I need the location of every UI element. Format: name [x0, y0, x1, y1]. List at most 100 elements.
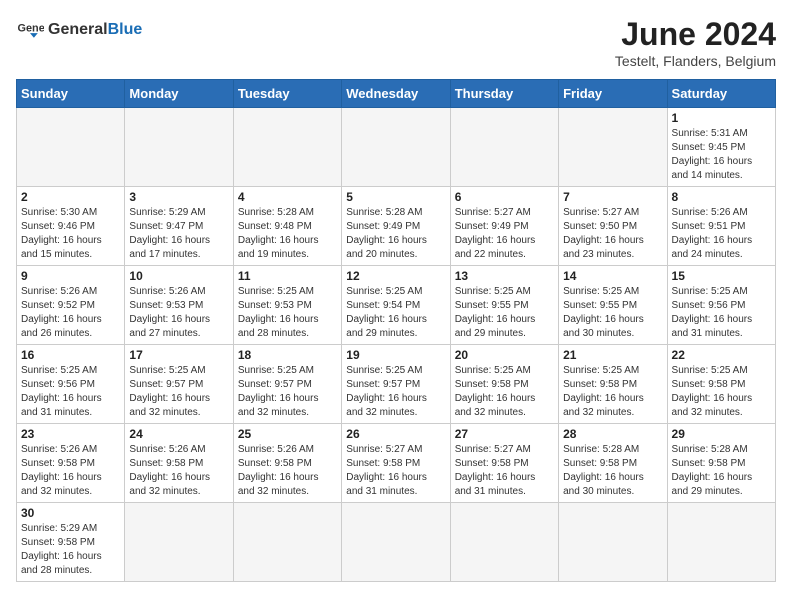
logo-text: GeneralBlue [48, 21, 142, 39]
day-number: 3 [129, 190, 228, 204]
table-row: 12 Sunrise: 5:25 AMSunset: 9:54 PMDayligh… [342, 266, 450, 345]
table-row: 6 Sunrise: 5:27 AMSunset: 9:49 PMDaylight… [450, 187, 558, 266]
calendar-week-row: 2Sunrise: 5:30 AMSunset: 9:46 PMDaylight… [17, 187, 776, 266]
table-row: 30Sunrise: 5:29 AMSunset: 9:58 PMDayligh… [17, 503, 125, 582]
day-number: 17 [129, 348, 228, 362]
table-row [559, 108, 667, 187]
day-info: Sunrise: 5:29 AMSunset: 9:47 PMDaylight:… [129, 206, 228, 262]
day-info: Sunrise: 5:27 AMSunset: 9:58 PMDaylight:… [346, 443, 445, 499]
month-year: June 2024 [615, 16, 776, 53]
table-row: 1 Sunrise: 5:31 AMSunset: 9:45 PMDaylight… [667, 108, 775, 187]
day-info: Sunrise: 5:26 AMSunset: 9:58 PMDaylight:… [238, 443, 337, 499]
day-number: 15 [672, 269, 771, 283]
table-row: 15 Sunrise: 5:25 AMSunset: 9:56 PMDayligh… [667, 266, 775, 345]
day-number: 21 [563, 348, 662, 362]
table-row: 28 Sunrise: 5:28 AMSunset: 9:58 PMDayligh… [559, 424, 667, 503]
header: General GeneralBlue June 2024 Testelt, F… [16, 16, 776, 69]
day-info: Sunrise: 5:26 AMSunset: 9:52 PMDaylight:… [21, 285, 120, 341]
day-info: Sunrise: 5:26 AMSunset: 9:58 PMDaylight:… [21, 443, 120, 499]
day-number: 29 [672, 427, 771, 441]
day-info: Sunrise: 5:31 AMSunset: 9:45 PMDaylight:… [672, 127, 771, 183]
day-number: 14 [563, 269, 662, 283]
calendar-week-row: 16Sunrise: 5:25 AMSunset: 9:56 PMDayligh… [17, 345, 776, 424]
day-info: Sunrise: 5:25 AMSunset: 9:57 PMDaylight:… [129, 364, 228, 420]
day-number: 24 [129, 427, 228, 441]
day-info: Sunrise: 5:28 AMSunset: 9:58 PMDaylight:… [672, 443, 771, 499]
day-info: Sunrise: 5:25 AMSunset: 9:58 PMDaylight:… [563, 364, 662, 420]
day-number: 27 [455, 427, 554, 441]
table-row: 7Sunrise: 5:27 AMSunset: 9:50 PMDaylight… [559, 187, 667, 266]
table-row: 10 Sunrise: 5:26 AMSunset: 9:53 PMDayligh… [125, 266, 233, 345]
day-number: 28 [563, 427, 662, 441]
day-number: 18 [238, 348, 337, 362]
day-info: Sunrise: 5:26 AMSunset: 9:51 PMDaylight:… [672, 206, 771, 262]
day-number: 6 [455, 190, 554, 204]
col-sunday: Sunday [17, 80, 125, 108]
calendar-header-row: Sunday Monday Tuesday Wednesday Thursday… [17, 80, 776, 108]
day-info: Sunrise: 5:25 AMSunset: 9:56 PMDaylight:… [21, 364, 120, 420]
table-row [233, 108, 341, 187]
table-row: 26Sunrise: 5:27 AMSunset: 9:58 PMDayligh… [342, 424, 450, 503]
table-row: 14 Sunrise: 5:25 AMSunset: 9:55 PMDayligh… [559, 266, 667, 345]
table-row [125, 503, 233, 582]
col-monday: Monday [125, 80, 233, 108]
table-row [450, 108, 558, 187]
calendar-week-row: 30Sunrise: 5:29 AMSunset: 9:58 PMDayligh… [17, 503, 776, 582]
day-info: Sunrise: 5:27 AMSunset: 9:58 PMDaylight:… [455, 443, 554, 499]
table-row [233, 503, 341, 582]
table-row: 19Sunrise: 5:25 AMSunset: 9:57 PMDayligh… [342, 345, 450, 424]
table-row: 16Sunrise: 5:25 AMSunset: 9:56 PMDayligh… [17, 345, 125, 424]
table-row: 25 Sunrise: 5:26 AMSunset: 9:58 PMDayligh… [233, 424, 341, 503]
day-number: 9 [21, 269, 120, 283]
table-row: 29 Sunrise: 5:28 AMSunset: 9:58 PMDayligh… [667, 424, 775, 503]
table-row: 8Sunrise: 5:26 AMSunset: 9:51 PMDaylight… [667, 187, 775, 266]
day-info: Sunrise: 5:25 AMSunset: 9:54 PMDaylight:… [346, 285, 445, 341]
table-row: 23 Sunrise: 5:26 AMSunset: 9:58 PMDayligh… [17, 424, 125, 503]
day-number: 25 [238, 427, 337, 441]
table-row: 5 Sunrise: 5:28 AMSunset: 9:49 PMDaylight… [342, 187, 450, 266]
logo: General GeneralBlue [16, 16, 142, 44]
day-info: Sunrise: 5:25 AMSunset: 9:57 PMDaylight:… [238, 364, 337, 420]
table-row [342, 503, 450, 582]
day-number: 5 [346, 190, 445, 204]
table-row: 20 Sunrise: 5:25 AMSunset: 9:58 PMDayligh… [450, 345, 558, 424]
day-info: Sunrise: 5:28 AMSunset: 9:58 PMDaylight:… [563, 443, 662, 499]
day-info: Sunrise: 5:25 AMSunset: 9:55 PMDaylight:… [563, 285, 662, 341]
day-info: Sunrise: 5:26 AMSunset: 9:53 PMDaylight:… [129, 285, 228, 341]
col-wednesday: Wednesday [342, 80, 450, 108]
col-friday: Friday [559, 80, 667, 108]
day-number: 12 [346, 269, 445, 283]
day-number: 10 [129, 269, 228, 283]
day-number: 4 [238, 190, 337, 204]
day-info: Sunrise: 5:26 AMSunset: 9:58 PMDaylight:… [129, 443, 228, 499]
day-number: 11 [238, 269, 337, 283]
logo-icon: General [16, 16, 44, 44]
day-info: Sunrise: 5:25 AMSunset: 9:58 PMDaylight:… [455, 364, 554, 420]
day-number: 2 [21, 190, 120, 204]
col-thursday: Thursday [450, 80, 558, 108]
table-row [667, 503, 775, 582]
day-info: Sunrise: 5:25 AMSunset: 9:58 PMDaylight:… [672, 364, 771, 420]
table-row [17, 108, 125, 187]
table-row: 24 Sunrise: 5:26 AMSunset: 9:58 PMDayligh… [125, 424, 233, 503]
table-row: 2Sunrise: 5:30 AMSunset: 9:46 PMDaylight… [17, 187, 125, 266]
day-number: 13 [455, 269, 554, 283]
day-info: Sunrise: 5:28 AMSunset: 9:49 PMDaylight:… [346, 206, 445, 262]
calendar-week-row: 23 Sunrise: 5:26 AMSunset: 9:58 PMDayligh… [17, 424, 776, 503]
day-info: Sunrise: 5:25 AMSunset: 9:53 PMDaylight:… [238, 285, 337, 341]
day-number: 1 [672, 111, 771, 125]
day-number: 23 [21, 427, 120, 441]
table-row [342, 108, 450, 187]
title-area: June 2024 Testelt, Flanders, Belgium [615, 16, 776, 69]
table-row [559, 503, 667, 582]
calendar-week-row: 1 Sunrise: 5:31 AMSunset: 9:45 PMDaylight… [17, 108, 776, 187]
day-info: Sunrise: 5:25 AMSunset: 9:56 PMDaylight:… [672, 285, 771, 341]
table-row: 4Sunrise: 5:28 AMSunset: 9:48 PMDaylight… [233, 187, 341, 266]
day-info: Sunrise: 5:27 AMSunset: 9:49 PMDaylight:… [455, 206, 554, 262]
table-row: 9 Sunrise: 5:26 AMSunset: 9:52 PMDaylight… [17, 266, 125, 345]
table-row: 3 Sunrise: 5:29 AMSunset: 9:47 PMDaylight… [125, 187, 233, 266]
day-info: Sunrise: 5:25 AMSunset: 9:55 PMDaylight:… [455, 285, 554, 341]
table-row: 18 Sunrise: 5:25 AMSunset: 9:57 PMDayligh… [233, 345, 341, 424]
day-number: 20 [455, 348, 554, 362]
table-row [450, 503, 558, 582]
